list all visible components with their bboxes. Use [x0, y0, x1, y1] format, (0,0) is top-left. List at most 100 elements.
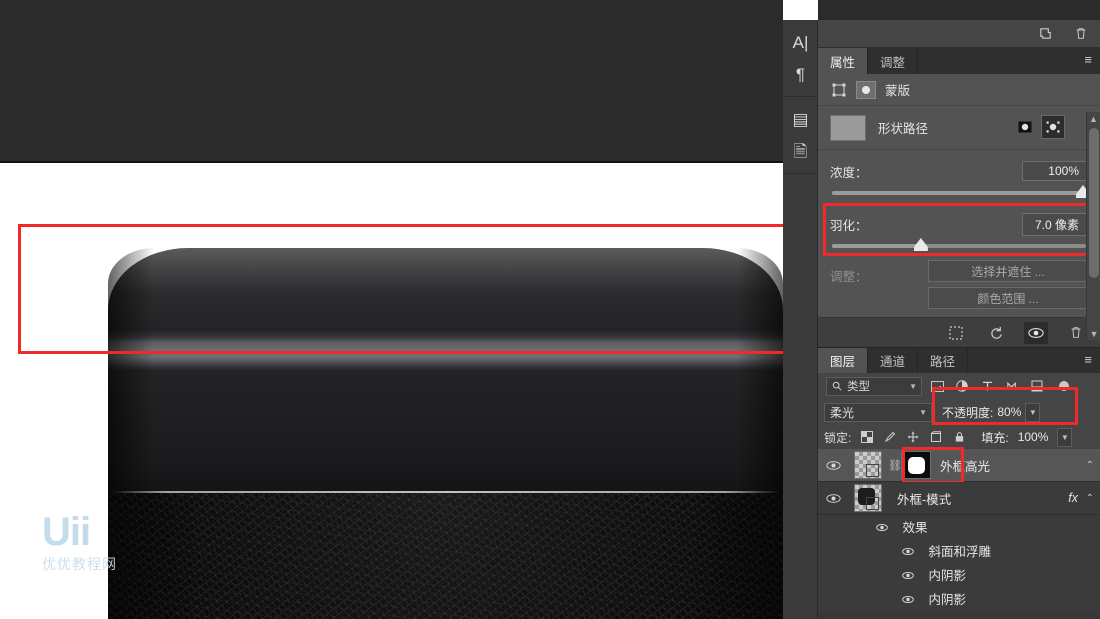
- layer-name: 外框-模式: [897, 492, 952, 507]
- feather-slider-track[interactable]: [832, 238, 1086, 251]
- toggle-mask-icon[interactable]: [1024, 321, 1048, 344]
- filter-type-icon[interactable]: [980, 379, 994, 393]
- scroll-down-arrow-icon[interactable]: ▼: [1087, 327, 1100, 340]
- layer-thumbnail[interactable]: [848, 484, 888, 512]
- tab-channels-label: 通道: [880, 355, 906, 369]
- mask-type-buttons: [1014, 115, 1065, 139]
- layer-mask-thumbnail[interactable]: [901, 451, 931, 479]
- chevron-up-icon[interactable]: ⌃: [1086, 460, 1094, 471]
- filter-adjustment-icon[interactable]: [955, 379, 969, 393]
- layer-filter-row: 类型 ▼: [818, 373, 1100, 399]
- feather-slider-knob[interactable]: [913, 238, 928, 251]
- list-item[interactable]: 斜面和浮雕: [818, 539, 1100, 563]
- shape-path-label: 形状路径: [878, 122, 929, 136]
- opacity-dropdown-icon[interactable]: ▼: [1025, 402, 1041, 422]
- filter-pixel-icon[interactable]: [930, 379, 944, 393]
- notes-panel-icon[interactable]: 🗎: [783, 135, 818, 167]
- new-layer-icon[interactable]: [1036, 25, 1054, 43]
- layer-list: ⛓ 外框高光 ⌃ 外框-模式 fx ⌃ 效果 斜面和浮雕 内阴影 内阴影: [818, 447, 1100, 611]
- effect-label: 内阴影: [928, 569, 966, 583]
- layer-visibility-icon[interactable]: [818, 460, 848, 471]
- properties-panel-menu-icon[interactable]: ≡: [1084, 53, 1092, 67]
- layer-visibility-icon[interactable]: [818, 493, 848, 504]
- list-item[interactable]: 内阴影: [818, 563, 1100, 587]
- mask-icon[interactable]: [856, 80, 876, 99]
- collapsed-panel-rail: A| ¶ ▤ 🗎: [783, 20, 818, 619]
- list-item[interactable]: 内阴影: [818, 587, 1100, 611]
- table-row[interactable]: 外框-模式 fx ⌃: [818, 482, 1100, 515]
- list-item[interactable]: 效果: [818, 515, 1100, 539]
- scroll-up-arrow-icon[interactable]: ▲: [1087, 112, 1100, 125]
- properties-header-row: 蒙版: [818, 74, 1100, 106]
- blend-mode-value: 柔光: [830, 405, 855, 420]
- lock-image-pixels-icon[interactable]: [883, 430, 897, 444]
- lock-artboard-nesting-icon[interactable]: [929, 430, 943, 444]
- density-row: 浓度： 100%: [830, 160, 1088, 182]
- lock-position-icon[interactable]: [906, 430, 920, 444]
- tab-properties[interactable]: 属性: [818, 48, 869, 74]
- fill-label: 填充:: [981, 430, 1009, 445]
- layer-thumbnail[interactable]: [848, 451, 888, 479]
- properties-vertical-scrollbar[interactable]: ▲ ▼: [1086, 112, 1100, 340]
- apply-mask-icon[interactable]: [984, 322, 1008, 344]
- table-row[interactable]: ⛓ 外框高光 ⌃: [818, 447, 1100, 484]
- load-selection-icon[interactable]: [944, 322, 968, 344]
- photoshop-window: Uii 优优教程网 post of uimaker.com A| ¶ ▤ 🗎: [0, 0, 1100, 619]
- density-slider-track[interactable]: [832, 185, 1090, 198]
- tab-channels[interactable]: 通道: [868, 348, 919, 373]
- blend-mode-select[interactable]: 柔光 ▼: [824, 402, 932, 422]
- tab-layers[interactable]: 图层: [818, 348, 869, 373]
- shape-path-thumbnail[interactable]: [830, 114, 866, 141]
- delete-mask-icon[interactable]: [1064, 322, 1088, 344]
- notes-icon-glyph: 🗎: [793, 141, 808, 161]
- vector-mask-button[interactable]: [1041, 115, 1065, 139]
- effects-group: 效果: [818, 517, 927, 537]
- effect-visibility-icon[interactable]: [900, 547, 916, 556]
- effects-visibility-icon[interactable]: [874, 523, 890, 532]
- tab-paths[interactable]: 路径: [918, 348, 969, 373]
- scroll-thumb[interactable]: [1089, 128, 1099, 278]
- select-and-mask-button[interactable]: 选择并遮住 ...: [928, 260, 1088, 282]
- lock-all-icon[interactable]: [952, 430, 966, 444]
- layer-filter-label: 类型: [847, 381, 870, 393]
- paragraph-panel-icon[interactable]: ¶: [783, 58, 818, 90]
- layers-panel-menu-icon[interactable]: ≡: [1084, 353, 1092, 367]
- properties-panel-body: 蒙版 形状路径 浓度： 100% 羽化： 7.0 像素 调整： 选择并遮住 ..…: [818, 74, 1100, 347]
- tab-adjustments[interactable]: 调整: [868, 48, 919, 74]
- fill-dropdown-icon[interactable]: ▼: [1057, 427, 1073, 447]
- transform-icon[interactable]: [830, 81, 847, 98]
- thumbnail-object-marker: [866, 497, 879, 510]
- character-panel-icon[interactable]: A|: [783, 26, 818, 58]
- layer-filter-type-select[interactable]: 类型 ▼: [826, 376, 922, 396]
- opacity-value[interactable]: 80%: [997, 405, 1021, 419]
- link-mask-icon[interactable]: ⛓: [888, 459, 902, 472]
- fill-value[interactable]: 100%: [1018, 430, 1049, 444]
- mask-dot: [862, 85, 870, 94]
- chevron-up-icon[interactable]: ⌃: [1086, 493, 1094, 504]
- layer-effects-icon[interactable]: fx: [1068, 491, 1078, 505]
- feather-value[interactable]: 7.0 像素: [1022, 212, 1088, 236]
- layers-tabbar: 图层 通道 路径 ≡: [818, 347, 1100, 373]
- density-value[interactable]: 100%: [1022, 161, 1088, 181]
- properties-tabbar: 属性 调整 ≡: [818, 48, 1100, 74]
- pixel-mask-button[interactable]: [1014, 116, 1036, 138]
- tab-properties-label: 属性: [830, 55, 856, 70]
- paragraph-icon-glyph: ¶: [795, 64, 806, 84]
- effect-visibility-icon[interactable]: [900, 595, 916, 604]
- color-range-button[interactable]: 颜色范围 ...: [928, 287, 1088, 309]
- panel-top-strip: [818, 0, 1100, 20]
- chevron-down-icon: ▼: [919, 407, 927, 417]
- filter-shape-icon[interactable]: [1005, 379, 1019, 393]
- delete-icon[interactable]: [1072, 25, 1090, 43]
- density-slider-fill: [832, 191, 1086, 195]
- adjust-buttons: 选择并遮住 ... 颜色范围 ...: [914, 260, 1088, 309]
- effect-visibility-icon[interactable]: [900, 571, 916, 580]
- tab-paths-label: 路径: [930, 355, 956, 369]
- opacity-label: 不透明度:: [942, 405, 994, 420]
- lock-transparent-pixels-icon[interactable]: [860, 430, 874, 444]
- document-canvas[interactable]: Uii 优优教程网: [0, 0, 783, 619]
- rail-group-docs: ▤ 🗎: [783, 97, 817, 174]
- filter-smart-object-icon[interactable]: [1030, 379, 1044, 393]
- filter-toggle-switch[interactable]: [1059, 381, 1069, 391]
- libraries-panel-icon[interactable]: ▤: [783, 103, 818, 135]
